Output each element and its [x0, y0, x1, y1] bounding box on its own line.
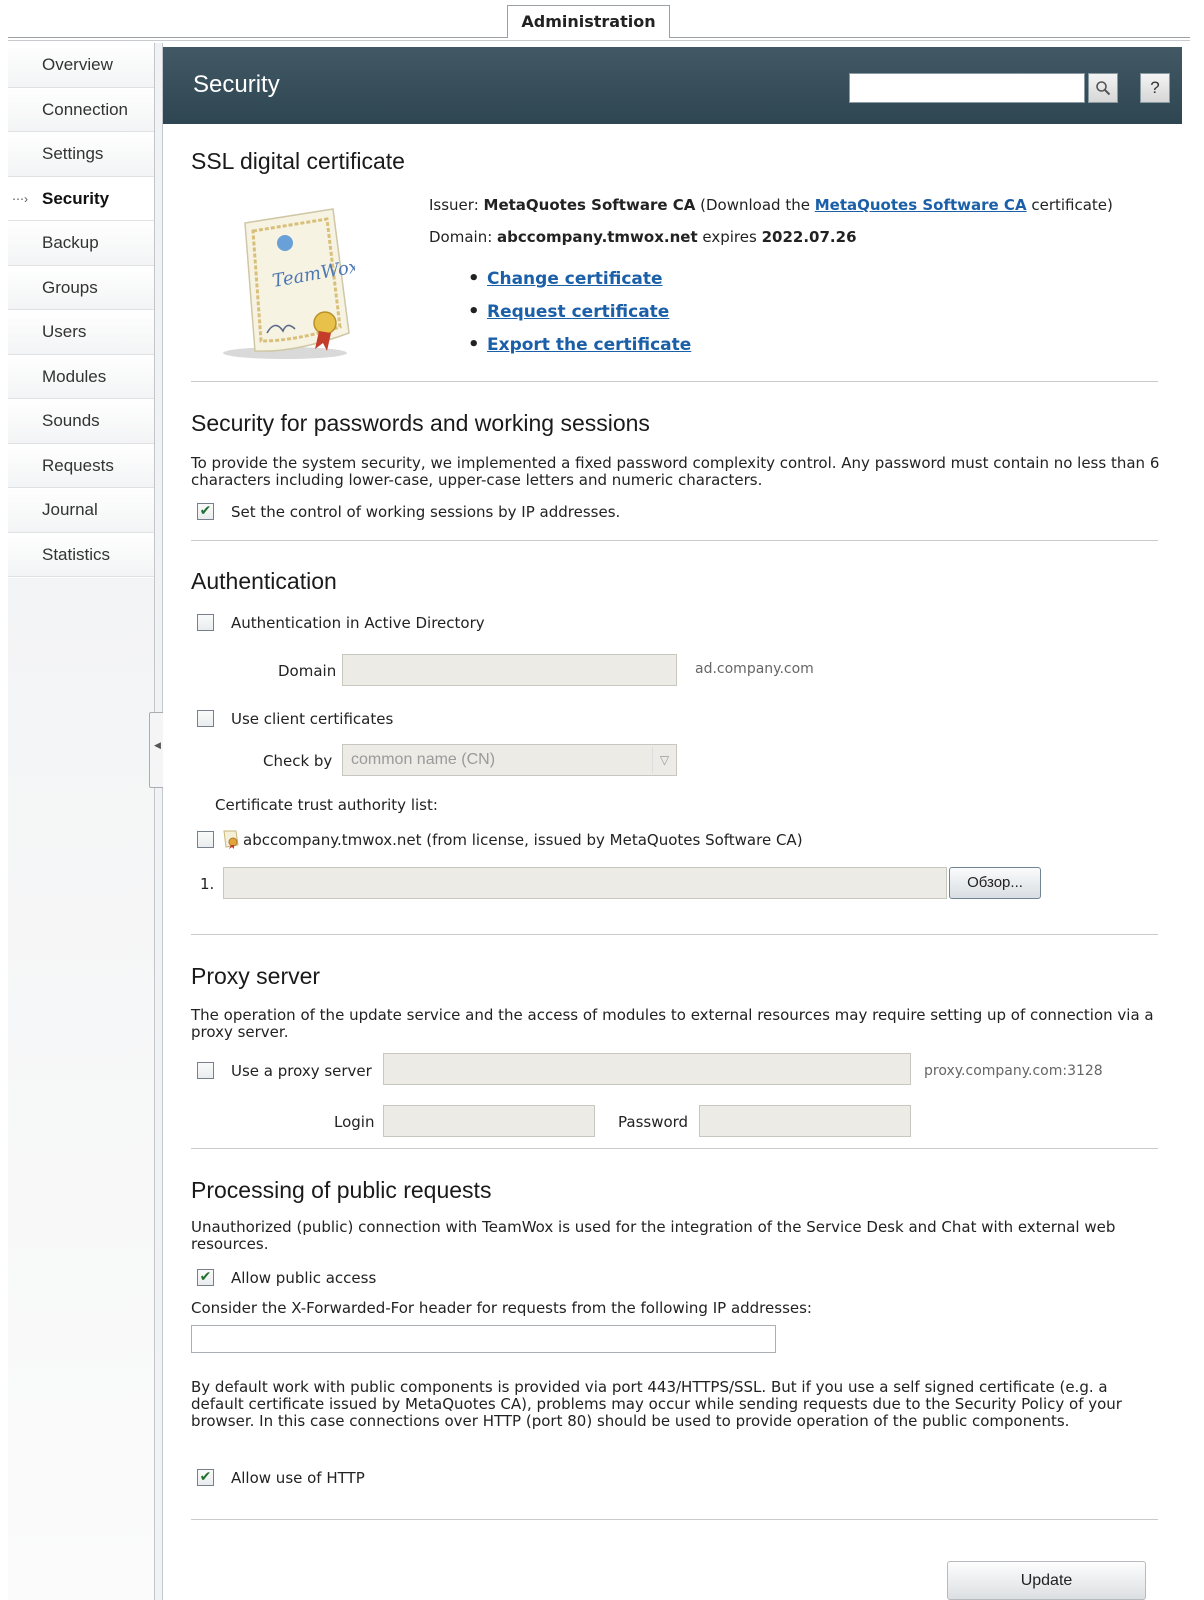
public-description: Unauthorized (public) connection with Te… [191, 1218, 1116, 1253]
sidebar-item-journal[interactable]: Journal [8, 488, 154, 533]
sidebar-item-label: Requests [42, 455, 114, 475]
search-input[interactable] [849, 73, 1085, 103]
use-proxy-checkbox[interactable] [197, 1062, 214, 1079]
magnifier-icon [1096, 81, 1111, 96]
page-header: Security ? [163, 47, 1182, 124]
sidebar-item-connection[interactable]: Connection [8, 87, 154, 132]
download-ca-link[interactable]: MetaQuotes Software CA [815, 196, 1027, 214]
search-button[interactable] [1088, 73, 1118, 103]
check-by-label: Check by [263, 752, 333, 770]
ip-control-label: Set the control of working sessions by I… [231, 503, 621, 521]
divider [191, 1148, 1158, 1149]
chevron-down-icon: ▽ [652, 747, 676, 773]
change-certificate-link[interactable]: Change certificate [487, 269, 663, 289]
page-title: Security [193, 71, 280, 98]
sidebar-splitter[interactable] [155, 43, 163, 1600]
check-by-select[interactable]: common name (CN) ▽ [342, 744, 677, 776]
sidebar-item-label: Backup [42, 233, 99, 252]
divider [191, 540, 1158, 541]
main-panel: Security ? SSL digital certificate TeamW… [163, 43, 1182, 1600]
http-description: By default work with public components i… [191, 1378, 1122, 1430]
browse-button[interactable]: Обзор... [949, 867, 1041, 899]
proxy-server-field[interactable] [383, 1053, 911, 1085]
export-certificate-link[interactable]: Export the certificate [487, 335, 691, 355]
help-button[interactable]: ? [1140, 73, 1170, 103]
active-directory-label: Authentication in Active Directory [231, 614, 485, 632]
proxy-server-hint: proxy.company.com:3128 [924, 1063, 1103, 1079]
active-arrow-icon: ⋯› [12, 191, 28, 206]
request-certificate-link[interactable]: Request certificate [487, 302, 669, 322]
trust-item-label: abccompany.tmwox.net (from license, issu… [243, 831, 803, 849]
active-directory-checkbox[interactable] [197, 614, 214, 631]
sidebar-item-label: Groups [42, 277, 98, 297]
sidebar-item-label: Connection [42, 99, 129, 119]
domain-value: abccompany.tmwox.net [497, 228, 698, 246]
proxy-description: The operation of the update service and … [191, 1006, 1154, 1041]
password-label: Password [618, 1113, 689, 1131]
check-by-value: common name (CN) [351, 751, 496, 768]
domain-line: Domain: abccompany.tmwox.net expires 202… [429, 228, 857, 246]
sidebar-item-label: Overview [42, 55, 113, 74]
list-item: Export the certificate [463, 334, 691, 368]
certificate-file-field[interactable] [223, 867, 947, 899]
client-certificates-label: Use client certificates [231, 710, 394, 728]
domain-hint: ad.company.com [695, 661, 814, 677]
issuer-name: MetaQuotes Software CA [483, 196, 696, 214]
certificate-small-icon [223, 830, 239, 849]
file-index: 1. [200, 875, 215, 893]
sidebar-item-label: Statistics [42, 544, 111, 564]
sidebar-item-modules[interactable]: Modules [8, 354, 154, 399]
sidebar-item-requests[interactable]: Requests [8, 443, 154, 488]
tab-administration[interactable]: Administration [507, 5, 670, 38]
proxy-heading: Proxy server [191, 963, 321, 989]
domain-label: Domain [278, 662, 337, 680]
sidebar-item-groups[interactable]: Groups [8, 265, 154, 310]
passwords-heading: Security for passwords and working sessi… [191, 410, 650, 436]
sidebar-item-label: Settings [42, 144, 104, 163]
chevron-left-icon: ◀ [154, 741, 161, 751]
certificate-actions: Change certificate Request certificate E… [463, 268, 691, 368]
update-button[interactable]: Update [947, 1561, 1146, 1600]
use-proxy-label: Use a proxy server [231, 1062, 372, 1080]
allow-public-label: Allow public access [231, 1269, 377, 1287]
divider [191, 934, 1158, 935]
passwords-description: To provide the system security, we imple… [191, 454, 1160, 489]
sidebar-item-settings[interactable]: Settings [8, 132, 154, 177]
sidebar-item-backup[interactable]: Backup [8, 221, 154, 266]
divider [191, 1519, 1158, 1520]
sidebar-item-label: Journal [42, 500, 98, 519]
allow-http-label: Allow use of HTTP [231, 1469, 365, 1487]
proxy-login-field[interactable] [383, 1105, 595, 1137]
trust-list-label: Certificate trust authority list: [215, 796, 438, 814]
xff-label: Consider the X-Forwarded-For header for … [191, 1299, 812, 1317]
ip-control-checkbox[interactable]: ✔ [197, 503, 214, 520]
sidebar-item-statistics[interactable]: Statistics [8, 532, 154, 577]
issuer-line: Issuer: MetaQuotes Software CA (Download… [429, 196, 1113, 214]
sidebar-item-sounds[interactable]: Sounds [8, 399, 154, 444]
allow-http-checkbox[interactable]: ✔ [197, 1469, 214, 1486]
trust-item-checkbox[interactable] [197, 831, 214, 848]
list-item: Change certificate [463, 268, 691, 302]
sidebar-item-users[interactable]: Users [8, 310, 154, 355]
sidebar-empty-area [8, 578, 155, 1600]
sidebar-item-label: Users [42, 322, 87, 341]
sidebar-item-security[interactable]: ⋯› Security [8, 176, 154, 221]
client-certificates-checkbox[interactable] [197, 710, 214, 727]
public-heading: Processing of public requests [191, 1177, 492, 1203]
certificate-icon: TeamWox [223, 208, 355, 359]
divider [191, 381, 1158, 382]
sidebar-item-label: Sounds [42, 411, 100, 430]
xff-ip-field[interactable] [191, 1325, 776, 1353]
login-label: Login [334, 1113, 375, 1131]
ssl-heading: SSL digital certificate [191, 148, 405, 174]
sidebar-item-overview[interactable]: Overview [8, 43, 154, 88]
expires-value: 2022.07.26 [761, 228, 857, 246]
sidebar-item-label: Modules [42, 366, 107, 386]
sidebar-item-label: Security [42, 188, 110, 208]
proxy-password-field[interactable] [699, 1105, 911, 1137]
domain-field[interactable] [342, 654, 677, 686]
auth-heading: Authentication [191, 568, 337, 594]
allow-public-checkbox[interactable]: ✔ [197, 1269, 214, 1286]
list-item: Request certificate [463, 301, 691, 335]
